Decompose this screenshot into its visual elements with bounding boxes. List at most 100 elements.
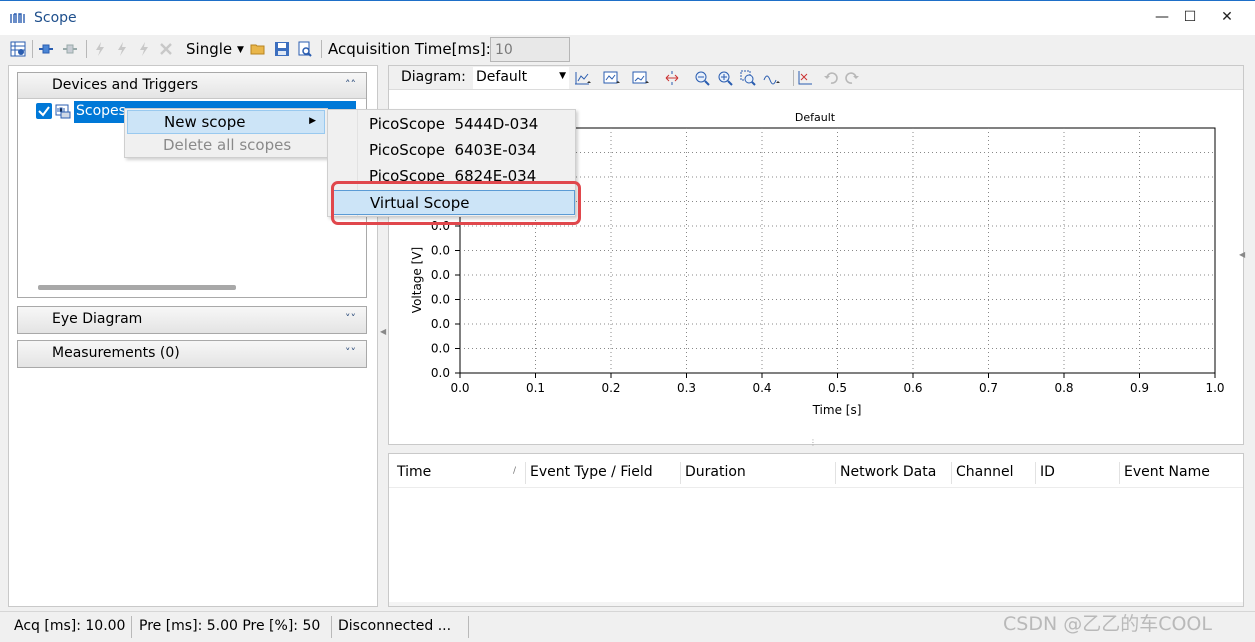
column-header-6[interactable]: Event Name [1124, 464, 1210, 480]
x-tick-label: 0.4 [752, 381, 771, 395]
menu-item-delete-all-label: Delete all scopes [163, 136, 292, 154]
y-tick-label: 0.0 [431, 293, 450, 307]
column-header-2[interactable]: Duration [685, 464, 746, 480]
scale-icon[interactable] [664, 70, 682, 86]
column-header-1[interactable]: Event Type / Field [530, 464, 653, 480]
acquisition-time-label: Acquisition Time[ms]: [328, 40, 491, 58]
axis-icon[interactable] [797, 70, 815, 86]
horizontal-splitter[interactable]: ⋮ [388, 439, 1244, 453]
x-tick-label: 1.0 [1205, 381, 1224, 395]
undo-icon[interactable] [823, 70, 841, 86]
connect-icon[interactable] [38, 41, 54, 57]
zoom-fit-icon[interactable] [740, 70, 758, 86]
main-toolbar: Single ▼ Acquisition Time[ms]: [0, 35, 1255, 63]
search-document-icon[interactable] [297, 41, 313, 57]
status-acq: Acq [ms]: 10.00 [14, 618, 126, 634]
chart-view-icon[interactable] [632, 70, 650, 86]
acquisition-time-input[interactable] [490, 37, 570, 62]
minimize-button[interactable]: — [1152, 9, 1172, 27]
scopes-tree-label: Scopes [76, 103, 126, 119]
right-collapse-arrow-icon[interactable]: ◀ [1239, 250, 1245, 259]
mode-dropdown-arrow-icon[interactable]: ▼ [237, 45, 244, 55]
eye-diagram-title: Eye Diagram [52, 311, 143, 327]
save-icon[interactable] [274, 41, 290, 57]
measurements-title: Measurements (0) [52, 345, 180, 361]
open-folder-icon[interactable] [250, 41, 266, 57]
eye-diagram-header[interactable]: Eye Diagram ˅˅ [18, 307, 366, 333]
settings-grid-icon[interactable] [10, 41, 26, 57]
highlight-annotation [331, 181, 581, 225]
y-axis-label: Voltage [V] [410, 247, 424, 313]
status-pre: Pre [ms]: 5.00 Pre [%]: 50 [139, 618, 321, 634]
chart-title: Default [795, 111, 836, 124]
stop-icon[interactable] [158, 41, 174, 57]
diagram-toolbar: Diagram: Default ▼ [389, 66, 1243, 90]
sort-indicator-icon[interactable]: / [513, 466, 516, 476]
window-title: Scope [34, 10, 77, 26]
column-header-5[interactable]: ID [1040, 464, 1055, 480]
signal-icon[interactable] [763, 70, 781, 86]
status-connection: Disconnected ... [338, 618, 452, 634]
trigger-rising-icon[interactable] [114, 41, 130, 57]
disconnect-icon[interactable] [62, 41, 78, 57]
x-axis-ticks: 0.0 0.1 0.2 0.3 0.4 0.5 0.6 0.7 0.8 0.9 1.0 [450, 373, 1225, 395]
y-tick-label: 0.0 [431, 342, 450, 356]
zoom-out-icon[interactable] [694, 70, 712, 86]
expand-chevron-icon[interactable]: ˅˅ [345, 312, 356, 325]
x-axis-label: Time [s] [812, 403, 862, 417]
y-tick-label: 0.0 [431, 244, 450, 258]
dropdown-arrow-icon[interactable]: ▼ [559, 71, 566, 81]
submenu-arrow-icon: ▶ [309, 116, 316, 126]
watermark-text: CSDN @乙乙的车COOL [1003, 613, 1212, 635]
chart-zoom-icon[interactable] [603, 70, 621, 86]
x-tick-label: 0.8 [1054, 381, 1073, 395]
scope-window: Scope — ☐ ✕ Single ▼ Acquisition Time[ms… [0, 0, 1255, 642]
redo-icon[interactable] [844, 70, 862, 86]
y-tick-label: 0.0 [431, 268, 450, 282]
y-tick-label: 0.0 [431, 317, 450, 331]
x-tick-label: 0.5 [828, 381, 847, 395]
mode-dropdown[interactable]: Single [186, 40, 232, 58]
x-tick-label: 0.0 [450, 381, 469, 395]
menu-item-delete-all[interactable]: Delete all scopes [127, 134, 325, 158]
diagram-select[interactable]: Default ▼ [473, 67, 569, 89]
context-menu: New scope ▶ Delete all scopes [124, 108, 328, 158]
expand-chevron-icon[interactable]: ˅˅ [345, 346, 356, 359]
diagram-select-value: Default [476, 69, 528, 85]
title-bar: Scope — ☐ ✕ [0, 1, 1255, 35]
x-tick-label: 0.1 [526, 381, 545, 395]
eye-diagram-group: Eye Diagram ˅˅ [17, 306, 367, 334]
scope-app-icon [10, 13, 25, 23]
trigger-icon[interactable] [92, 41, 108, 57]
measurements-header[interactable]: Measurements (0) ˅˅ [18, 341, 366, 367]
event-table-panel: Time Event Type / Field Duration Network Da… [388, 453, 1244, 607]
x-tick-label: 0.7 [979, 381, 998, 395]
submenu-item-0[interactable]: PicoScope 5444D-034 [331, 112, 575, 137]
maximize-button[interactable]: ☐ [1180, 9, 1200, 27]
devices-triggers-header[interactable]: Devices and Triggers ˄˄ [18, 73, 366, 99]
x-tick-label: 0.6 [903, 381, 922, 395]
column-header-3[interactable]: Network Data [840, 464, 936, 480]
menu-item-new-scope-label: New scope [164, 113, 246, 131]
column-header-4[interactable]: Channel [956, 464, 1013, 480]
splitter-arrow-icon[interactable]: ◀ [380, 327, 386, 336]
scopes-checkbox[interactable] [36, 103, 52, 119]
tree-horizontal-scrollbar[interactable] [38, 285, 236, 290]
submenu-item-1[interactable]: PicoScope 6403E-034 [331, 138, 575, 163]
submenu-item-label: PicoScope 5444D-034 [369, 115, 539, 133]
measurements-group: Measurements (0) ˅˅ [17, 340, 367, 368]
chart-type-icon[interactable] [574, 70, 592, 86]
collapse-chevron-icon[interactable]: ˄˄ [345, 78, 356, 91]
close-button[interactable]: ✕ [1217, 9, 1237, 27]
event-table-header: Time Event Type / Field Duration Network Da… [389, 458, 1243, 488]
trigger-falling-icon[interactable] [136, 41, 152, 57]
menu-item-new-scope[interactable]: New scope ▶ [127, 110, 325, 134]
splitter-grip-icon[interactable]: ⋮ [809, 439, 817, 447]
zoom-in-icon[interactable] [717, 70, 735, 86]
column-header-0[interactable]: Time [397, 464, 431, 480]
devices-triggers-title: Devices and Triggers [52, 77, 198, 93]
devices-triggers-group: Devices and Triggers ˄˄ Scopes [17, 72, 367, 298]
x-tick-label: 0.3 [677, 381, 696, 395]
submenu-item-label: PicoScope 6403E-034 [369, 141, 537, 159]
diagram-label: Diagram: [401, 69, 466, 85]
